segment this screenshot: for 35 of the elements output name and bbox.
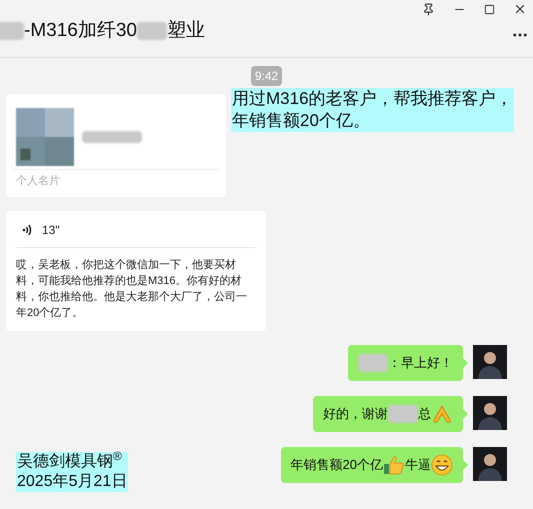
blur-mask (82, 130, 142, 142)
avatar[interactable] (473, 396, 507, 430)
avatar[interactable] (473, 345, 507, 379)
grinning-face-icon (431, 454, 453, 476)
message-bubble[interactable]: ：早上好！ (348, 345, 463, 381)
blur-mask (0, 22, 24, 40)
close-icon[interactable] (513, 2, 527, 16)
voice-transcript: 哎，吴老板，你把这个微信加一下，他要买材料，可能我给他推荐的也是M316。你有好的材料，你也推给他。他是大老那个大厂了，公司一年20个亿了。 (16, 258, 248, 321)
voice-icon (22, 223, 32, 237)
contact-avatar (16, 108, 74, 166)
card-label: 个人名片 (15, 174, 61, 189)
message-text: 总 (418, 405, 431, 424)
thumbs-up-icon (383, 455, 405, 475)
maximize-icon[interactable] (484, 4, 495, 14)
bubble-tail (463, 409, 468, 419)
bubble-tail (463, 358, 468, 368)
bubble-tail (463, 460, 468, 470)
message-bubble[interactable]: 年销售额20个亿 牛逼 (280, 447, 463, 483)
blur-mask (388, 405, 418, 423)
time-stamp: 9:42 (250, 66, 282, 86)
annotation: 用过M316的老客户，帮我推荐客户， 年销售额20个亿。 (231, 88, 514, 132)
message-text: 牛逼 (405, 456, 431, 474)
voice-message[interactable]: 13" 哎，吴老板，你把这个微信加一下，他要买材料，可能我给他推荐的也是M316。你有好的材料，你也推给他。他是大老那个大厂了，公司一年20个亿了。 (6, 211, 266, 331)
message-bubble[interactable]: 好的，谢谢 总 (313, 396, 463, 432)
blur-mask (358, 354, 388, 372)
voice-duration: 13" (42, 222, 60, 239)
message-text: 年销售额20个亿 (290, 456, 383, 474)
annotation: 吴德剑模具钢$^{®}$ 2025年5月21日 (16, 452, 128, 492)
window-title: 塑业 (167, 18, 205, 42)
blur-mask (137, 22, 167, 40)
message-text: ：早上好！ (388, 354, 453, 372)
window-title: -M316加纤30 (24, 18, 137, 42)
message-text: 好的，谢谢 (323, 405, 388, 424)
avatar[interactable] (473, 447, 507, 481)
pin-icon[interactable] (422, 2, 435, 16)
